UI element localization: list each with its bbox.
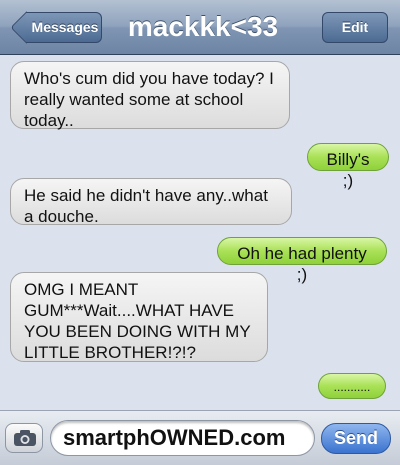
sent-message: Oh he had plenty ;) (217, 237, 387, 284)
camera-button[interactable] (5, 423, 43, 453)
received-message: Who's cum did you have today? I really w… (10, 61, 290, 130)
nav-bar: Messages mackkk<33 Edit (0, 0, 400, 55)
camera-icon (14, 430, 36, 446)
compose-bar: smartphOWNED.com Send (0, 410, 400, 465)
sent-message: Billy's ;) (307, 143, 389, 190)
sent-message: ........... (318, 373, 386, 399)
message-input[interactable]: smartphOWNED.com (50, 420, 315, 456)
received-message: He said he didn't have any..what a douch… (10, 178, 292, 226)
back-button[interactable]: Messages (10, 11, 102, 44)
message-thread[interactable]: Who's cum did you have today? I really w… (0, 55, 400, 410)
conversation-title: mackkk<33 (127, 11, 279, 42)
send-button[interactable]: Send (321, 423, 391, 454)
edit-button[interactable]: Edit (322, 12, 388, 43)
back-button-label: Messages (31, 19, 99, 35)
received-message: OMG I MEANT GUM***Wait....WHAT HAVE YOU … (10, 272, 268, 362)
